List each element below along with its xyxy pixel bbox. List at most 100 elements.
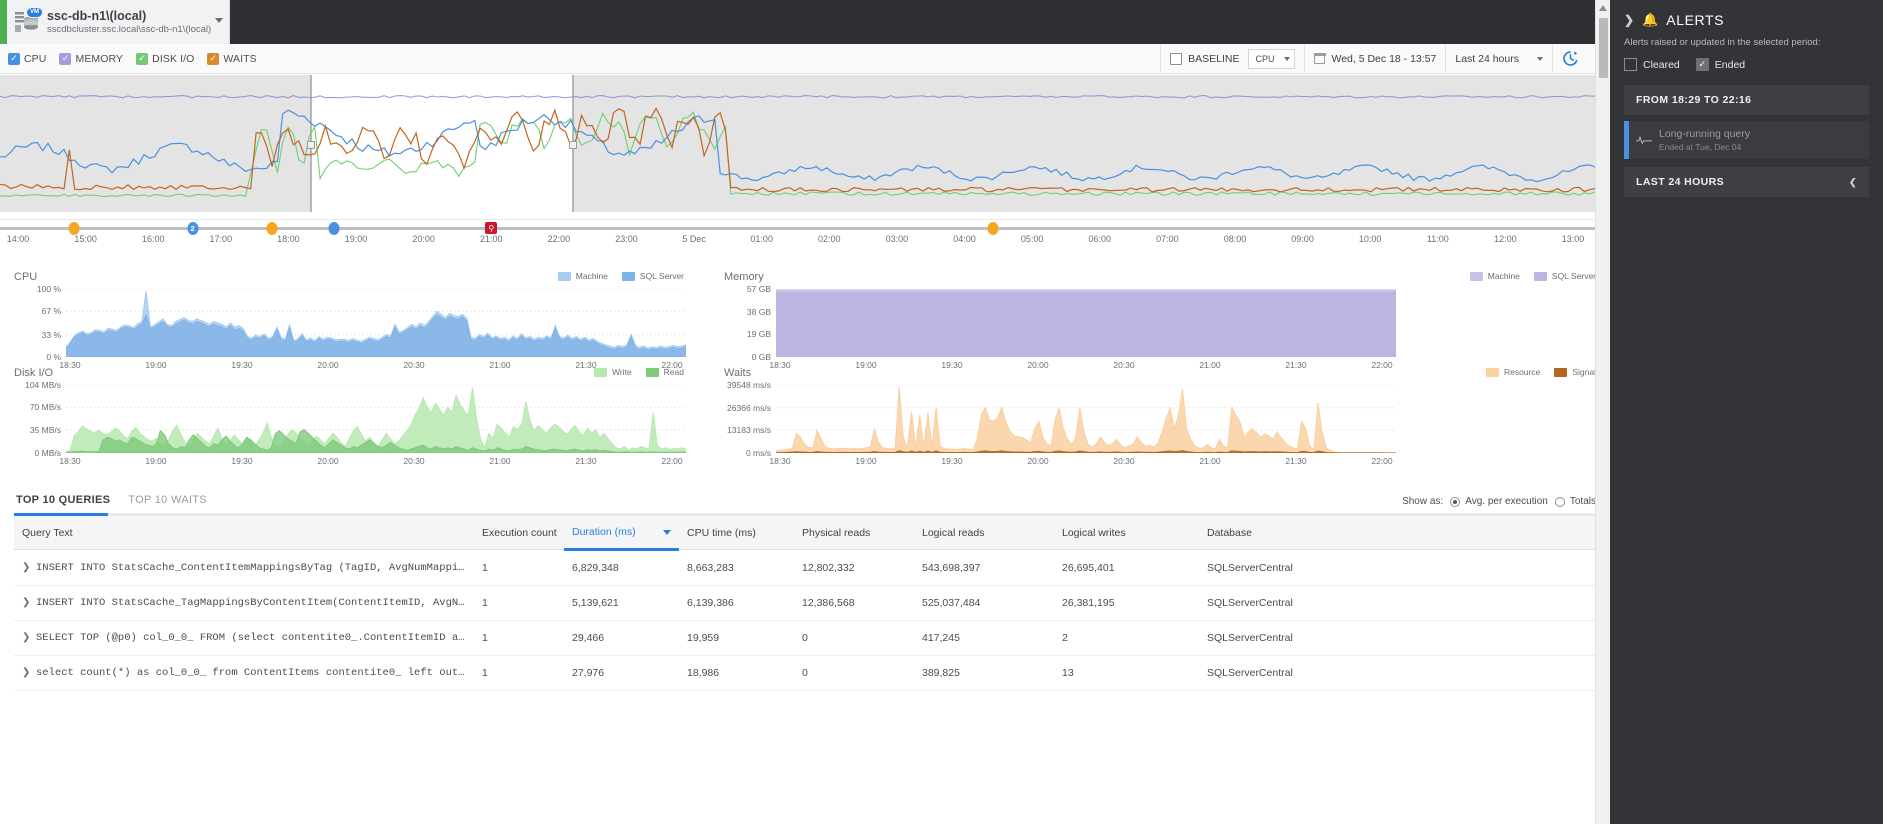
timeline-marker[interactable]: ⚲ bbox=[485, 222, 498, 234]
metric-toggle-waits[interactable]: ✓ WAITS bbox=[207, 52, 257, 65]
timeline-axis[interactable]: 14:00 15:00 16:00 17:00 18:00 19:00 20:00 21:00… bbox=[0, 220, 1610, 253]
tab-top-10-queries[interactable]: TOP 10 QUERIES bbox=[14, 494, 120, 513]
show-as-totals-option[interactable]: Totals bbox=[1554, 496, 1596, 507]
scrollbar-thumb[interactable] bbox=[1599, 18, 1608, 78]
baseline-metric-select[interactable]: CPU bbox=[1248, 48, 1296, 69]
cell-query-text: ❯ SELECT TOP (@p0) col_0_0_ FROM (select … bbox=[14, 620, 474, 656]
ended-checkbox[interactable]: ✓ bbox=[1695, 58, 1709, 71]
cell-duration: 27,976 bbox=[564, 655, 679, 691]
expand-row-icon[interactable]: ❯ bbox=[22, 632, 36, 643]
legend-item[interactable]: Signal bbox=[1554, 367, 1596, 377]
chart-header: CPU Machine SQL Server bbox=[14, 271, 684, 283]
radio-avg-per-execution[interactable] bbox=[1450, 496, 1461, 507]
cleared-checkbox[interactable] bbox=[1624, 58, 1637, 71]
checkbox-icon[interactable]: ✓ bbox=[59, 52, 72, 65]
x-axis-tick: 20:00 bbox=[317, 456, 339, 466]
date-value: Wed, 5 Dec 18 - 13:57 bbox=[1331, 52, 1437, 65]
chart-plot[interactable]: 0 MB/s 35 MB/s 70 MB/s 104 MB/s 18:30 19:00 19… bbox=[25, 380, 686, 466]
time-range-select[interactable]: Last 24 hours bbox=[1446, 44, 1552, 74]
column-header-cpu-time[interactable]: CPU time (ms) bbox=[679, 516, 794, 550]
show-as-avg-option[interactable]: Avg. per execution bbox=[1450, 496, 1548, 507]
bottom-section: TOP 10 QUERIES TOP 10 WAITS Show as: Avg… bbox=[0, 487, 1610, 691]
legend-swatch bbox=[593, 367, 607, 377]
timeline-marker[interactable]: 2 bbox=[187, 222, 199, 235]
cell-execution-count: 1 bbox=[474, 549, 564, 586]
legend-item[interactable]: Resource bbox=[1485, 367, 1540, 377]
expand-row-icon[interactable]: ❯ bbox=[22, 562, 36, 573]
alerts-footer[interactable]: LAST 24 HOURS ❮ bbox=[1624, 167, 1869, 197]
table-row[interactable]: ❯ select count(*) as col_0_0_ from Conten… bbox=[14, 655, 1596, 691]
chart-plot[interactable]: 0 GB 19 GB 38 GB 57 GB 18:30 19:00 19:30 20:00 2… bbox=[747, 284, 1396, 370]
chart-plot[interactable]: 0 % 33 % 67 % 100 % 18:30 19:00 19:30 20:00 20:3… bbox=[37, 284, 686, 370]
metric-toggle-disk-i-o[interactable]: ✓ DISK I/O bbox=[136, 52, 195, 65]
alert-item[interactable]: Long-running query Ended at Tue, Dec 04 bbox=[1624, 121, 1869, 159]
column-header-database[interactable]: Database bbox=[1199, 516, 1596, 550]
scroll-up-arrow-icon[interactable] bbox=[1599, 5, 1607, 11]
table-row[interactable]: ❯ INSERT INTO StatsCache_TagMappingsByCon… bbox=[14, 585, 1596, 621]
metric-label: DISK I/O bbox=[152, 52, 195, 65]
date-picker[interactable]: Wed, 5 Dec 18 - 13:57 bbox=[1305, 44, 1445, 74]
metric-label: WAITS bbox=[223, 52, 257, 65]
checkbox-icon[interactable]: ✓ bbox=[207, 52, 220, 65]
table-row[interactable]: ❯ INSERT INTO StatsCache_ContentItemMappi… bbox=[14, 549, 1596, 586]
chevron-down-icon bbox=[1537, 56, 1543, 61]
legend-item[interactable]: SQL Server bbox=[621, 271, 684, 281]
table-header: Query Text Execution count Duration (ms) CP… bbox=[14, 516, 1596, 551]
checkbox-icon[interactable]: ✓ bbox=[136, 52, 149, 65]
metric-label: MEMORY bbox=[75, 52, 124, 65]
server-selector[interactable]: VM ssc-db-n1\(local) sscdbcluster.ssc.lo… bbox=[0, 0, 230, 44]
main-scrollbar[interactable] bbox=[1595, 0, 1610, 824]
expand-row-icon[interactable]: ❯ bbox=[22, 597, 36, 608]
legend-item[interactable]: SQL Server bbox=[1533, 271, 1596, 281]
filter-cleared[interactable]: Cleared bbox=[1624, 58, 1680, 71]
cell-execution-count: 1 bbox=[474, 585, 564, 621]
alerts-header[interactable]: ❯ 🔔 ALERTS bbox=[1624, 12, 1869, 28]
timeline-marker[interactable] bbox=[987, 222, 999, 235]
timeline-marker[interactable] bbox=[68, 222, 80, 235]
alerts-title: ALERTS bbox=[1666, 12, 1725, 28]
timeline-track bbox=[0, 227, 1610, 230]
column-header-logical-writes[interactable]: Logical writes bbox=[1054, 516, 1199, 550]
chevron-down-icon[interactable]: ❮ bbox=[1849, 177, 1857, 188]
legend-item[interactable]: Machine bbox=[557, 271, 608, 281]
radio-totals[interactable] bbox=[1554, 496, 1565, 507]
show-as-group: Show as: Avg. per execution Totals bbox=[1402, 496, 1596, 513]
expand-row-icon[interactable]: ❯ bbox=[22, 667, 36, 678]
table-row[interactable]: ❯ SELECT TOP (@p0) col_0_0_ FROM (select … bbox=[14, 620, 1596, 656]
chevron-down-icon[interactable] bbox=[215, 18, 223, 23]
column-header-physical-reads[interactable]: Physical reads bbox=[794, 516, 914, 550]
cell-database: SQLServerCentral bbox=[1199, 620, 1596, 656]
chevron-right-icon[interactable]: ❯ bbox=[1624, 13, 1634, 27]
timeline-marker[interactable] bbox=[328, 222, 339, 235]
column-header-logical-reads[interactable]: Logical reads bbox=[914, 516, 1054, 550]
timeline-tick: 10:00 bbox=[1358, 234, 1382, 244]
legend-label: Machine bbox=[575, 271, 608, 281]
brush-handle-left[interactable] bbox=[307, 141, 315, 149]
baseline-toggle[interactable]: BASELINE bbox=[1161, 44, 1248, 74]
metric-toggle-memory[interactable]: ✓ MEMORY bbox=[59, 52, 124, 65]
y-axis-tick: 0 MB/s bbox=[34, 448, 61, 458]
column-header-duration[interactable]: Duration (ms) bbox=[564, 516, 679, 551]
overview-chart[interactable] bbox=[0, 75, 1610, 220]
column-header-query-text[interactable]: Query Text bbox=[14, 516, 474, 550]
baseline-checkbox[interactable] bbox=[1170, 52, 1183, 65]
metric-toggle-cpu[interactable]: ✓ CPU bbox=[8, 52, 46, 65]
legend-item[interactable]: Machine bbox=[1469, 271, 1520, 281]
chart-legend: Machine SQL Server bbox=[1469, 271, 1596, 281]
legend-item[interactable]: Write bbox=[593, 367, 632, 377]
timeline-marker[interactable] bbox=[266, 222, 278, 235]
column-label: CPU time (ms) bbox=[687, 526, 756, 539]
x-axis-tick: 20:00 bbox=[1027, 456, 1049, 466]
tab-top-10-waits[interactable]: TOP 10 WAITS bbox=[120, 494, 217, 513]
filter-ended[interactable]: ✓ Ended bbox=[1695, 58, 1745, 71]
column-label: Query Text bbox=[22, 526, 73, 539]
column-header-execution-count[interactable]: Execution count bbox=[474, 516, 564, 550]
x-axis-tick: 18:30 bbox=[769, 456, 791, 466]
legend-label: SQL Server bbox=[639, 271, 684, 281]
chart-header: Waits Resource Signal bbox=[724, 367, 1596, 379]
legend-item[interactable]: Read bbox=[645, 367, 684, 377]
chart-plot[interactable]: 0 ms/s 13183 ms/s 26366 ms/s 39548 ms/s 18:3… bbox=[727, 380, 1396, 466]
brush-handle-right[interactable] bbox=[569, 141, 577, 149]
y-axis-tick: 39548 ms/s bbox=[727, 380, 771, 390]
checkbox-icon[interactable]: ✓ bbox=[8, 52, 20, 65]
